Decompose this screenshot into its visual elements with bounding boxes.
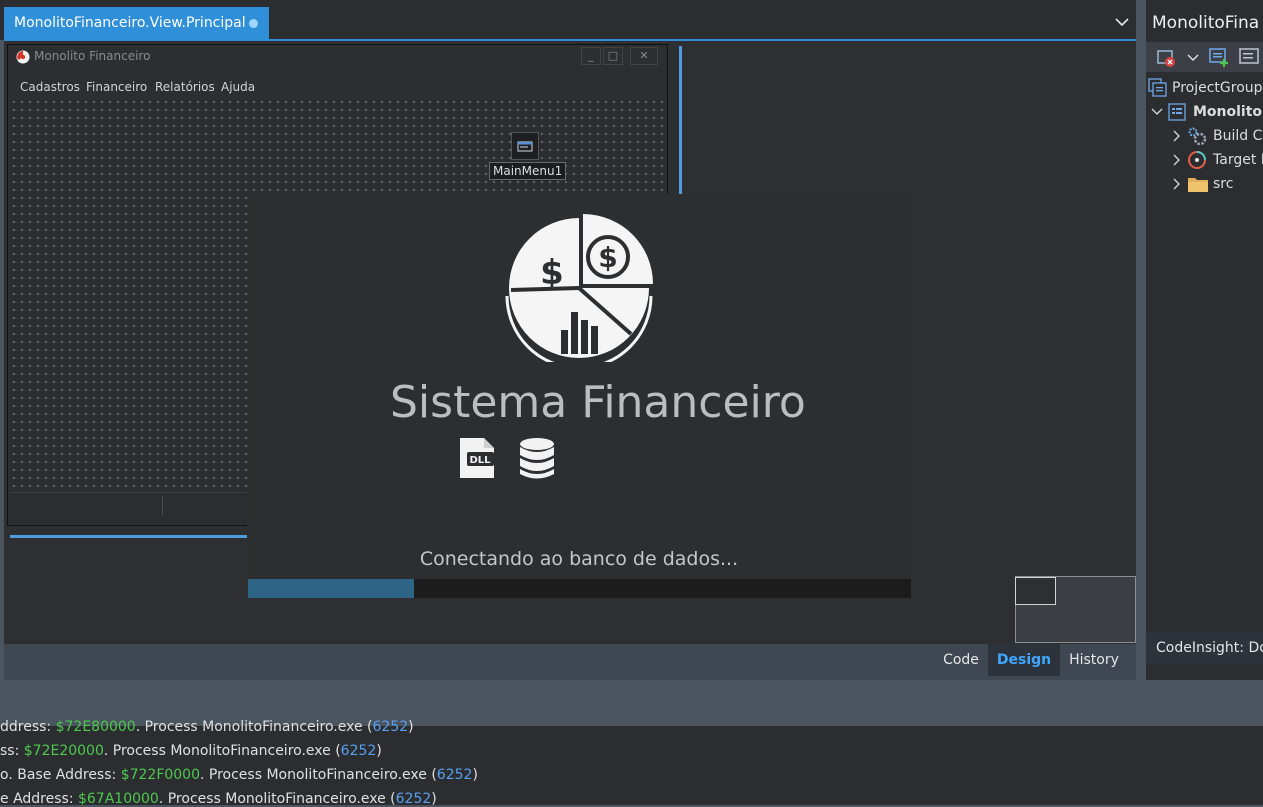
form-title: Monolito Financeiro (34, 49, 151, 63)
projects-panel (1146, 0, 1263, 680)
panel-gap (1136, 0, 1146, 726)
status-divider (162, 496, 163, 516)
splash-status-text: Conectando ao banco de dados... (419, 548, 739, 570)
database-icon (520, 438, 554, 479)
project-panel-title: MonolitoFina (1152, 13, 1260, 33)
vertical-splitter[interactable] (679, 46, 682, 196)
chevron-down-icon[interactable] (1186, 52, 1200, 64)
menu-ajuda[interactable]: Ajuda (221, 80, 255, 94)
add-new-project-icon[interactable] (1208, 47, 1230, 67)
horizontal-splitter[interactable] (10, 535, 247, 538)
chevron-right-icon[interactable] (1172, 130, 1182, 142)
minimap-viewport[interactable] (1015, 577, 1056, 605)
tab-code[interactable]: Code (935, 644, 987, 676)
tab-design[interactable]: Design (988, 644, 1060, 676)
tree-item-project[interactable]: MonolitoF (1193, 104, 1263, 120)
progress-bar-fill (248, 579, 414, 598)
build-config-icon (1188, 127, 1207, 146)
svg-text:$: $ (598, 241, 617, 274)
svg-text:$: $ (540, 253, 564, 293)
codeinsight-status: CodeInsight: Do (1156, 640, 1263, 656)
maximize-button[interactable]: □ (603, 47, 623, 65)
mainmenu-component-icon[interactable] (511, 132, 539, 160)
process-id: 6252 (340, 743, 377, 759)
tab-history[interactable]: History (1062, 644, 1126, 676)
folder-icon (1188, 178, 1208, 192)
app-icon (16, 50, 30, 64)
base-address: $72E80000 (55, 719, 136, 735)
editor-tab-principal[interactable]: MonolitoFinanceiro.View.Principal (4, 7, 269, 40)
unsaved-indicator-icon (249, 19, 258, 28)
chevron-down-icon[interactable] (1114, 14, 1130, 30)
tree-item-src[interactable]: src (1213, 176, 1233, 192)
minimize-button[interactable]: _ (581, 47, 601, 65)
menu-relatorios[interactable]: Relatórios (155, 80, 215, 94)
chevron-down-icon[interactable] (1151, 106, 1163, 118)
tree-item-build-configurations[interactable]: Build Co (1213, 128, 1263, 144)
menu-cadastros[interactable]: Cadastros (20, 80, 80, 94)
finance-pie-chart-icon: $ $ (505, 212, 655, 362)
dll-file-icon: DLL (460, 438, 494, 478)
editor-tab-label: MonolitoFinanceiro.View.Principal (14, 15, 246, 31)
base-address: $722F0000 (120, 767, 200, 783)
project-icon (1168, 103, 1186, 121)
target-platform-icon (1188, 151, 1206, 169)
splash-title: Sistema Financeiro (390, 377, 806, 428)
chevron-right-icon[interactable] (1172, 178, 1182, 190)
remove-project-icon[interactable] (1156, 48, 1176, 68)
project-group-icon (1148, 78, 1167, 97)
message-line[interactable]: o. Base Address: $722F0000. Process Mono… (0, 767, 478, 783)
menu-financeiro[interactable]: Financeiro (86, 80, 147, 94)
chevron-right-icon[interactable] (1172, 154, 1182, 166)
tree-item-target-platforms[interactable]: Target P (1213, 152, 1263, 168)
project-options-icon[interactable] (1238, 47, 1260, 67)
close-button[interactable]: ✕ (630, 47, 658, 65)
process-id: 6252 (436, 767, 473, 783)
mainmenu-component-label: MainMenu1 (489, 162, 567, 180)
message-line[interactable]: ddress: $72E80000. Process MonolitoFinan… (0, 719, 414, 735)
svg-text:DLL: DLL (469, 455, 491, 466)
process-id: 6252 (372, 719, 409, 735)
tree-item-project-group[interactable]: ProjectGroup (1172, 80, 1263, 96)
base-address: $72E20000 (23, 743, 104, 759)
message-line[interactable]: ss: $72E20000. Process MonolitoFinanceir… (0, 743, 382, 759)
